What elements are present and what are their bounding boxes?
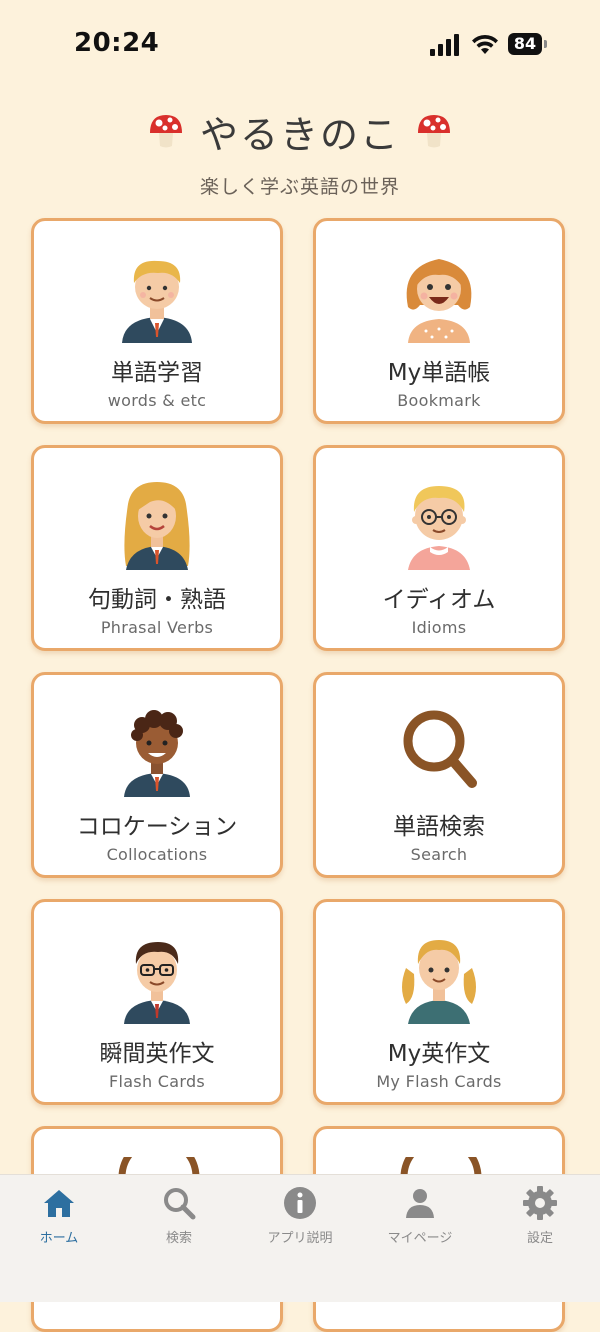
card-label: コロケーション xyxy=(76,814,238,840)
card-label: 単語学習 xyxy=(111,360,203,386)
card-sublabel: Idioms xyxy=(411,618,467,637)
tab-label: 設定 xyxy=(526,1231,553,1246)
card-phrasal-verbs[interactable]: 句動詞・熟語 Phrasal Verbs xyxy=(31,445,283,651)
tab-label: アプリ説明 xyxy=(267,1231,333,1246)
card-label: My英作文 xyxy=(387,1041,491,1067)
card-sublabel: Bookmark xyxy=(397,391,481,410)
tab-app-info[interactable]: アプリ説明 xyxy=(245,1185,355,1255)
card-flash-cards[interactable]: 瞬間英作文 Flash Cards xyxy=(31,899,283,1105)
tab-home[interactable]: ホーム xyxy=(4,1185,114,1255)
card-label: 瞬間英作文 xyxy=(99,1041,215,1067)
man-glasses-avatar xyxy=(124,942,190,1024)
card-label: 単語検索 xyxy=(393,814,485,840)
tab-my-page[interactable]: マイページ xyxy=(365,1185,475,1255)
magnifier-icon xyxy=(403,710,477,788)
boy-glasses-avatar xyxy=(408,486,470,570)
bottom-tab-bar: ホーム 検索 アプリ説明 マイページ 設定 xyxy=(0,1174,600,1302)
status-bar: 20:24 84 xyxy=(0,0,600,90)
card-sublabel: Collocations xyxy=(106,845,208,864)
man-curly-avatar xyxy=(124,710,190,797)
card-sublabel: words & etc xyxy=(107,391,207,410)
woman-blonde-avatar xyxy=(124,482,190,570)
tab-search[interactable]: 検索 xyxy=(124,1185,234,1255)
app-title: やるきのこ xyxy=(199,112,400,157)
card-sublabel: Search xyxy=(410,845,468,864)
mushroom-icon xyxy=(149,115,182,148)
card-my-flash-cards[interactable]: My英作文 My Flash Cards xyxy=(313,899,565,1105)
home-icon xyxy=(44,1190,74,1217)
girl-pigtails-avatar xyxy=(402,940,476,1024)
tab-label: マイページ xyxy=(387,1231,453,1246)
card-label: イディオム xyxy=(382,587,496,613)
card-my-wordbook[interactable]: My単語帳 Bookmark xyxy=(313,218,565,424)
girl-laughing-avatar xyxy=(406,259,472,343)
tab-label: 検索 xyxy=(165,1231,192,1246)
cellular-signal-icon xyxy=(430,34,459,56)
search-icon xyxy=(164,1188,196,1220)
card-idioms[interactable]: イディオム Idioms xyxy=(313,445,565,651)
app-subtitle: 楽しく学ぶ英語の世界 xyxy=(199,176,400,198)
tab-label: ホーム xyxy=(39,1231,79,1246)
battery-icon: 84 xyxy=(508,33,542,55)
boy-suit-avatar xyxy=(122,260,192,343)
card-word-study[interactable]: 単語学習 words & etc xyxy=(31,218,283,424)
info-icon xyxy=(284,1187,316,1219)
gear-icon xyxy=(523,1186,557,1220)
battery-cap xyxy=(544,40,547,48)
card-sublabel: Flash Cards xyxy=(108,1072,206,1091)
person-icon xyxy=(406,1189,434,1218)
wifi-icon xyxy=(472,34,498,54)
tab-settings[interactable]: 設定 xyxy=(485,1185,595,1255)
card-sublabel: My Flash Cards xyxy=(376,1072,502,1091)
card-collocations[interactable]: コロケーション Collocations xyxy=(31,672,283,878)
card-word-search[interactable]: 単語検索 Search xyxy=(313,672,565,878)
app-header: やるきのこ xyxy=(0,104,600,158)
status-time: 20:24 xyxy=(74,28,160,58)
mushroom-icon xyxy=(418,115,450,148)
card-label: My単語帳 xyxy=(387,360,491,386)
card-label: 句動詞・熟語 xyxy=(88,587,226,613)
card-sublabel: Phrasal Verbs xyxy=(100,618,214,637)
